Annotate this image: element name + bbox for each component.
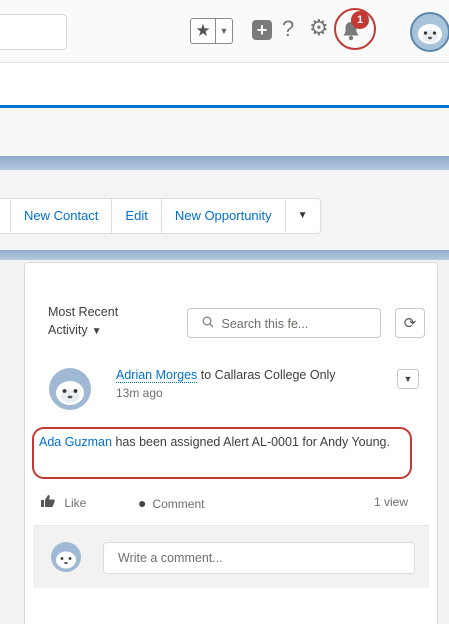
activity-feed-card: Most Recent Activity ▼ Search this fe... … [24,262,438,624]
comment-input[interactable]: Write a comment... [103,542,415,574]
like-label: Like [64,496,87,510]
comment-composer: Write a comment... [33,525,429,588]
record-action-buttons: New Contact Edit New Opportunity ▼ [0,198,321,234]
star-icon[interactable]: ★ [191,19,216,43]
new-opportunity-button[interactable]: New Opportunity [160,199,285,233]
thumbs-up-icon [41,495,58,510]
post-menu-chevron-down-icon[interactable]: ▼ [397,369,419,389]
feed-sort-label: Most Recent Activity [48,305,119,337]
avatar[interactable] [49,368,91,410]
record-header [0,108,449,156]
plus-icon[interactable]: + [252,20,272,40]
user-avatar[interactable] [410,12,449,52]
chevron-down-icon: ▼ [91,326,102,337]
feed-search-input[interactable]: Search this fe... [187,308,381,338]
app-navigation-bar [0,63,449,108]
global-search-input[interactable] [0,14,67,50]
section-band [0,250,449,260]
comment-button[interactable]: ● Comment [138,495,204,511]
post-body-text: has been assigned Alert AL-0001 for Andy… [111,435,390,449]
action-button-partial[interactable] [0,199,10,233]
chevron-down-icon[interactable]: ▼ [216,19,232,43]
notification-count-badge: 1 [351,11,369,29]
like-button[interactable]: Like [41,495,86,510]
header-band [0,156,449,170]
refresh-icon[interactable]: ⟳ [395,308,425,338]
global-header: ★ ▼ + ? ⚙ 1 [0,0,449,63]
gear-icon[interactable]: ⚙ [309,15,329,41]
comment-bubble-icon: ● [138,495,147,511]
edit-button[interactable]: Edit [111,199,160,233]
question-icon[interactable]: ? [282,16,294,42]
avatar [51,542,81,572]
post-body: Ada Guzman has been assigned Alert AL-00… [39,433,409,452]
feed-search-placeholder: Search this fe... [221,317,309,331]
more-actions-chevron-down-icon[interactable]: ▼ [284,199,320,233]
mentioned-user-link[interactable]: Ada Guzman [39,435,112,449]
post-author-link[interactable]: Adrian Morges [116,368,198,383]
post-header: Adrian Morges to Callaras College Only [116,367,336,384]
search-icon [202,316,217,331]
favorites-group: ★ ▼ [190,18,233,44]
post-timestamp[interactable]: 13m ago [116,386,163,400]
view-count: 1 view [374,495,409,509]
feed-sort-filter[interactable]: Most Recent Activity ▼ [48,303,148,341]
post-target: to Callaras College Only [197,368,336,382]
comment-label: Comment [152,497,205,511]
new-contact-button[interactable]: New Contact [10,199,111,233]
